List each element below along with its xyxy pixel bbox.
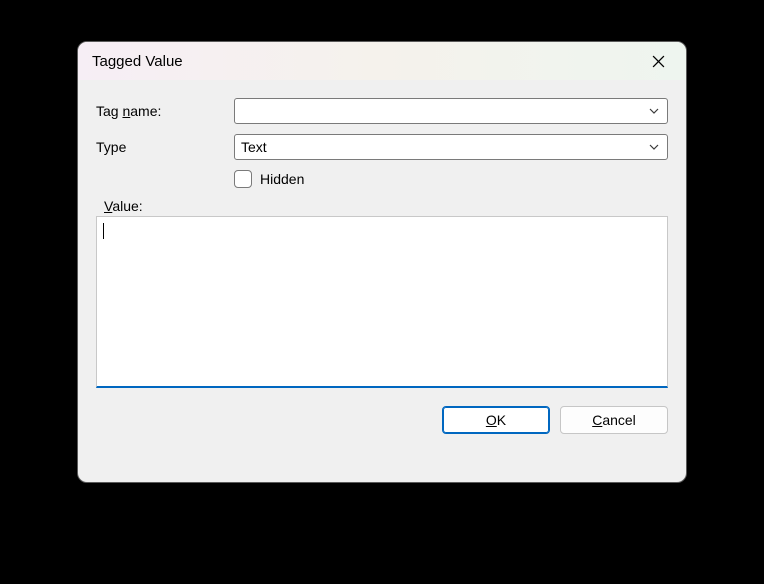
tag-name-label: Tag name: — [96, 103, 234, 119]
titlebar: Tagged Value — [78, 42, 686, 80]
type-value: Text — [241, 139, 267, 155]
ok-button[interactable]: OK — [442, 406, 550, 434]
tag-name-row: Tag name: — [96, 98, 668, 124]
value-label: Value: — [96, 198, 668, 214]
type-label: Type — [96, 139, 234, 155]
label-text: ame: — [130, 103, 161, 119]
dialog-body: Tag name: Type Text — [78, 80, 686, 448]
tag-name-combo[interactable] — [234, 98, 668, 124]
chevron-down-icon — [648, 105, 660, 117]
type-combo[interactable]: Text — [234, 134, 668, 160]
label-text: Tag — [96, 103, 122, 119]
value-group: Value: — [96, 198, 668, 388]
text-caret — [103, 223, 104, 239]
button-mnemonic: O — [486, 412, 497, 428]
type-row: Type Text — [96, 134, 668, 160]
button-row: OK Cancel — [96, 406, 668, 434]
cancel-button[interactable]: Cancel — [560, 406, 668, 434]
hidden-checkbox[interactable] — [234, 170, 252, 188]
dialog-title: Tagged Value — [92, 53, 636, 70]
label-text: alue: — [112, 198, 142, 214]
close-button[interactable] — [636, 46, 680, 76]
hidden-row: Hidden — [234, 170, 668, 188]
tagged-value-dialog: Tagged Value Tag name: Type — [77, 41, 687, 483]
chevron-down-icon — [648, 141, 660, 153]
button-text: K — [497, 412, 506, 428]
close-icon — [652, 55, 665, 68]
button-mnemonic: C — [592, 412, 602, 428]
button-text: ancel — [602, 412, 635, 428]
value-textarea[interactable] — [96, 216, 668, 388]
hidden-label: Hidden — [260, 171, 304, 187]
